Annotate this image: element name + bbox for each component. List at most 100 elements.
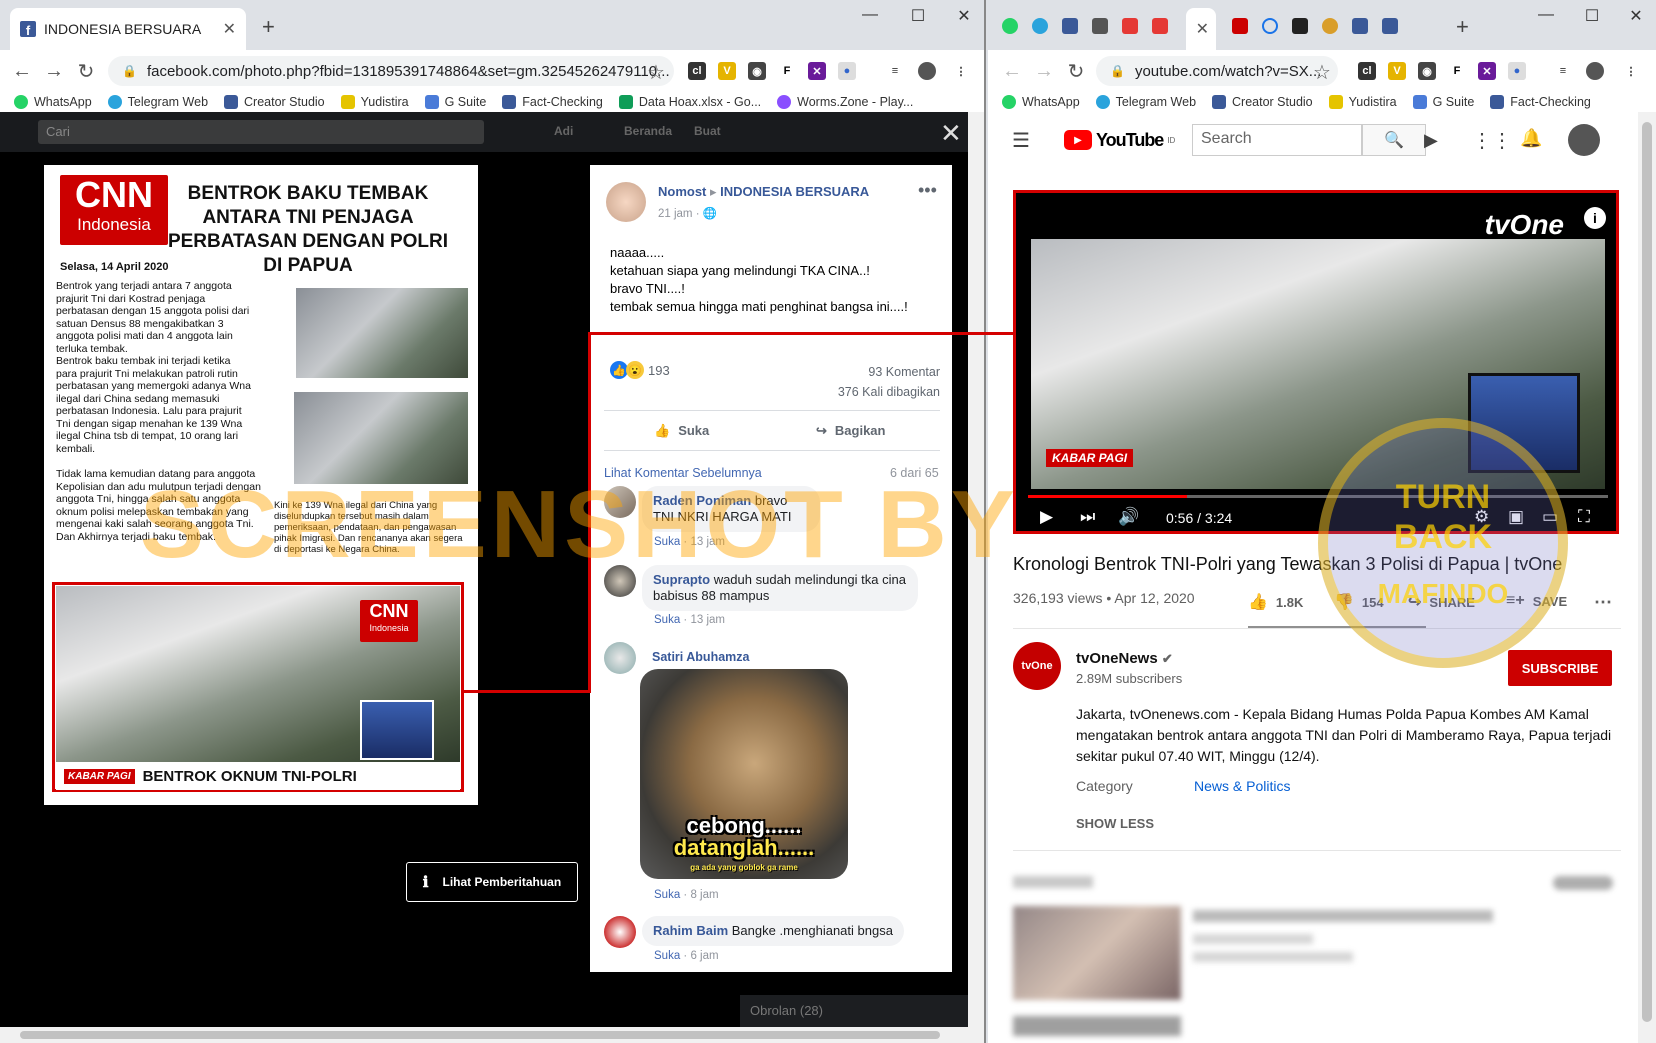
- bookmark-item[interactable]: G Suite: [424, 95, 486, 109]
- extension-icon[interactable]: ✕: [808, 62, 826, 80]
- loading-icon[interactable]: [1262, 18, 1278, 34]
- video-player[interactable]: tvOne i KABAR PAGI ▶ ⏭ 🔊 0:56 / 3:24 ⚙ ▣…: [1013, 190, 1619, 534]
- previous-comments-link[interactable]: Lihat Komentar Sebelumnya: [604, 466, 762, 480]
- comment-like-link[interactable]: Suka: [654, 889, 680, 901]
- search-button[interactable]: 🔍: [1362, 124, 1426, 156]
- bookmark-item[interactable]: Creator Studio: [1212, 95, 1313, 109]
- back-icon[interactable]: ←: [6, 60, 38, 83]
- bookmark-item[interactable]: Yudistira: [1328, 95, 1397, 109]
- comments-count[interactable]: 93 Komentar: [600, 362, 940, 382]
- commenter-name[interactable]: Satiri Abuhamza: [652, 650, 749, 664]
- bookmark-item[interactable]: Fact-Checking: [502, 95, 603, 109]
- minimize-button[interactable]: —: [850, 6, 890, 24]
- meme-cat-image[interactable]: cebong...... datanglah...... ga ada yang…: [640, 669, 848, 879]
- telegram-icon[interactable]: [1032, 18, 1048, 34]
- app-icon[interactable]: [1322, 18, 1338, 34]
- like-button[interactable]: 👍 Suka: [654, 423, 709, 439]
- volume-icon[interactable]: 🔊: [1118, 507, 1139, 527]
- show-less-button[interactable]: SHOW LESS: [1076, 816, 1154, 831]
- post-time[interactable]: 21 jam · 🌐: [658, 206, 717, 220]
- progress-bar[interactable]: [1028, 495, 1608, 498]
- commenter-name[interactable]: Raden Poniman: [653, 493, 751, 508]
- app-icon[interactable]: [1092, 18, 1108, 34]
- play-icon[interactable]: ▶: [1040, 507, 1053, 527]
- new-tab-button[interactable]: +: [1456, 14, 1469, 40]
- nav-home[interactable]: Beranda: [624, 124, 672, 138]
- app-icon[interactable]: [1122, 18, 1138, 34]
- close-window-button[interactable]: ✕: [944, 6, 984, 26]
- address-bar[interactable]: 🔒 facebook.com/photo.php?fbid=1318953917…: [108, 56, 674, 86]
- more-options-icon[interactable]: •••: [918, 180, 937, 201]
- bookmark-item[interactable]: Telegram Web: [107, 95, 208, 109]
- fullscreen-icon[interactable]: ⛶: [1578, 507, 1590, 527]
- back-icon[interactable]: ←: [996, 60, 1028, 83]
- apps-grid-icon[interactable]: ⋮⋮: [1472, 128, 1512, 153]
- extension-icon[interactable]: F: [1448, 62, 1466, 80]
- cnn-icon[interactable]: [1232, 18, 1248, 34]
- bookmark-item[interactable]: WhatsApp: [1002, 95, 1080, 109]
- info-icon[interactable]: i: [1584, 207, 1606, 229]
- like-button[interactable]: 👍 1.8K: [1248, 592, 1303, 612]
- bookmark-item[interactable]: Yudistira: [340, 95, 409, 109]
- extension-icon[interactable]: ◉: [748, 62, 766, 80]
- bookmark-item[interactable]: Telegram Web: [1095, 95, 1196, 109]
- profile-avatar[interactable]: [918, 62, 936, 80]
- save-button[interactable]: ≡+ SAVE: [1506, 592, 1567, 610]
- nav-profile[interactable]: Adi: [554, 124, 573, 138]
- app-icon[interactable]: [1292, 18, 1308, 34]
- comment-like-link[interactable]: Suka: [654, 536, 680, 548]
- share-button[interactable]: ↪ SHARE: [1408, 592, 1475, 612]
- share-button[interactable]: ↪ Bagikan: [816, 423, 885, 439]
- comment-like-link[interactable]: Suka: [654, 614, 680, 626]
- commenter-name[interactable]: Rahim Baim: [653, 923, 728, 938]
- extension-icon[interactable]: F: [778, 62, 796, 80]
- commenter-name[interactable]: Suprapto: [653, 572, 710, 587]
- whatsapp-icon[interactable]: [1002, 18, 1018, 34]
- maximize-button[interactable]: ☐: [1572, 6, 1612, 26]
- comment-like-link[interactable]: Suka: [654, 950, 680, 962]
- hamburger-menu-icon[interactable]: ☰: [1012, 128, 1030, 153]
- extension-icon[interactable]: ✕: [1478, 62, 1496, 80]
- extension-icon[interactable]: cl: [688, 62, 706, 80]
- bookmark-item[interactable]: G Suite: [1412, 95, 1474, 109]
- extension-icon[interactable]: ●: [838, 62, 856, 80]
- commenter-avatar[interactable]: [604, 642, 636, 674]
- author-name[interactable]: Nomost: [658, 184, 706, 199]
- channel-avatar[interactable]: tvOne: [1013, 642, 1061, 690]
- forward-icon[interactable]: →: [1028, 60, 1060, 83]
- notice-button[interactable]: ℹ Lihat Pemberitahuan: [406, 862, 578, 902]
- extension-icon[interactable]: ◉: [1418, 62, 1436, 80]
- bookmark-item[interactable]: Fact-Checking: [1490, 95, 1591, 109]
- extension-icon[interactable]: ●: [1508, 62, 1526, 80]
- author-avatar[interactable]: [606, 182, 646, 222]
- extension-icon[interactable]: V: [718, 62, 736, 80]
- close-tab-icon[interactable]: ✕: [1196, 19, 1209, 39]
- tab-youtube-active[interactable]: ✕: [1186, 8, 1216, 50]
- user-avatar[interactable]: [1568, 124, 1600, 156]
- maximize-button[interactable]: ☐: [898, 6, 938, 26]
- new-tab-button[interactable]: +: [262, 14, 275, 40]
- more-actions-icon[interactable]: ⋯: [1594, 592, 1612, 613]
- commenter-avatar[interactable]: [604, 565, 636, 597]
- facebook-search-input[interactable]: Cari: [38, 120, 484, 144]
- nav-create[interactable]: Buat: [694, 124, 721, 138]
- subscribe-button[interactable]: SUBSCRIBE: [1508, 650, 1612, 686]
- menu-icon[interactable]: ⋮: [952, 62, 970, 80]
- theater-mode-icon[interactable]: ▭: [1542, 507, 1558, 527]
- category-link[interactable]: News & Politics: [1194, 778, 1290, 794]
- scroll-thumb[interactable]: [20, 1031, 940, 1039]
- address-bar[interactable]: 🔒 youtube.com/watch?v=SX...: [1096, 56, 1338, 86]
- commenter-avatar[interactable]: [604, 916, 636, 948]
- media-control-icon[interactable]: ≡: [886, 62, 904, 80]
- bookmark-item[interactable]: WhatsApp: [14, 95, 92, 109]
- dislike-button[interactable]: 👎 154: [1334, 592, 1384, 612]
- extension-icon[interactable]: cl: [1358, 62, 1376, 80]
- close-window-button[interactable]: ✕: [1616, 6, 1656, 26]
- bookmark-star-icon[interactable]: ☆: [1306, 60, 1338, 85]
- notifications-bell-icon[interactable]: 🔔: [1520, 128, 1542, 149]
- create-video-icon[interactable]: ▶: [1424, 130, 1438, 151]
- forward-icon[interactable]: →: [38, 60, 70, 83]
- group-name[interactable]: INDONESIA BERSUARA: [720, 184, 869, 199]
- bookmark-item[interactable]: Worms.Zone - Play...: [777, 95, 913, 109]
- menu-icon[interactable]: ⋮: [1622, 62, 1640, 80]
